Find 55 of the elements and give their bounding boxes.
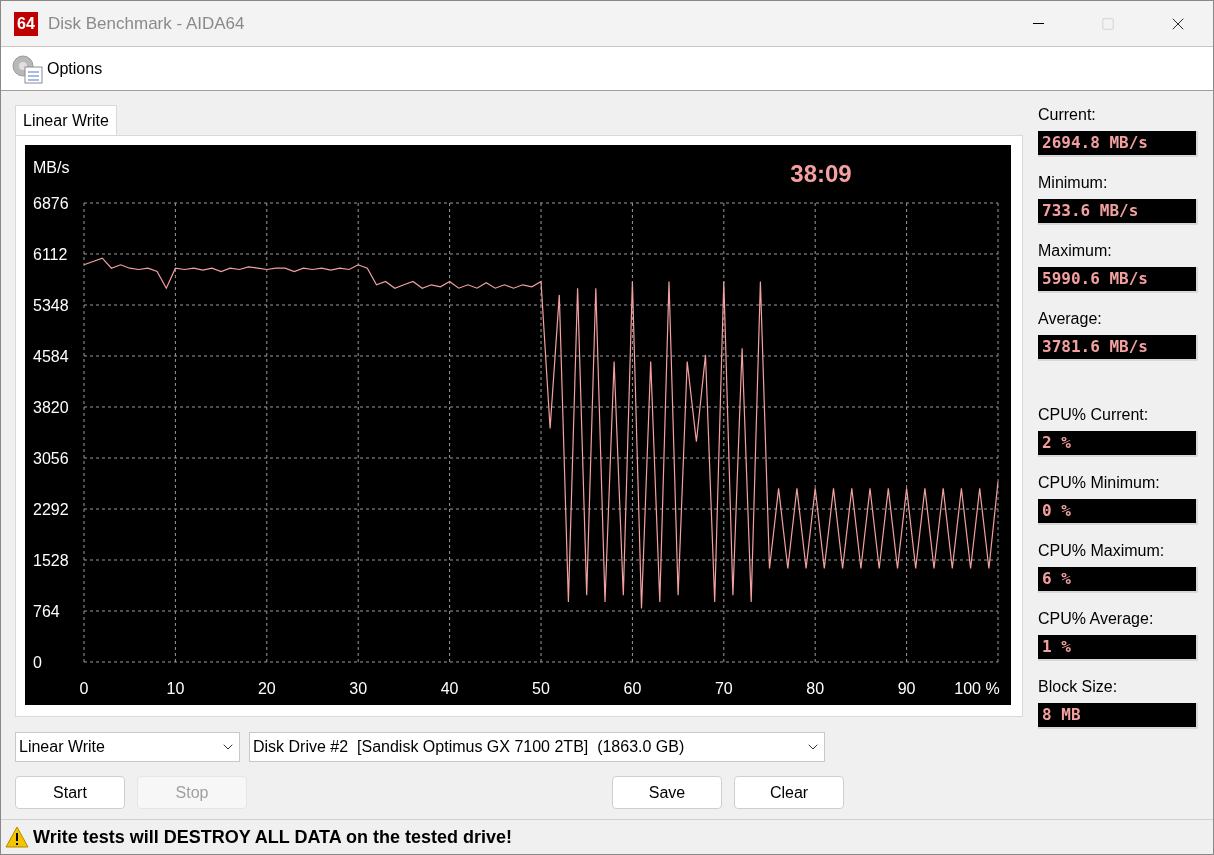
- axis-tick-label: 0: [33, 654, 42, 671]
- stat-value: 3781.6 MB/s: [1038, 335, 1198, 361]
- axis-tick-label: 40: [440, 680, 459, 697]
- axis-tick-label: 2292: [33, 501, 69, 518]
- stat-label: Minimum:: [1038, 173, 1109, 193]
- axis-tick-label: 6112: [33, 246, 68, 263]
- drive-dropdown[interactable]: Disk Drive #2 [Sandisk Optimus GX 7100 2TB] (1863.0 GB): [249, 732, 825, 762]
- axis-title: MB/s: [33, 159, 70, 176]
- axis-tick-label: 100 %: [954, 680, 1000, 697]
- stat-label: CPU% Average:: [1038, 609, 1155, 629]
- axis-tick-label: 90: [897, 680, 916, 697]
- axis-tick-label: 764: [33, 603, 60, 620]
- axis-tick-label: 1528: [33, 552, 69, 569]
- window-title: Disk Benchmark - AIDA64: [48, 12, 245, 35]
- menu-item[interactable]: Options: [9, 52, 103, 85]
- axis-tick-label: 10: [166, 680, 185, 697]
- button[interactable]: Start: [15, 776, 125, 809]
- warning-icon: [5, 826, 29, 848]
- maximize-icon: [1101, 16, 1115, 31]
- minimize-icon: [1032, 23, 1044, 24]
- stat-value: 2 %: [1038, 431, 1198, 457]
- axis-tick-label: 0: [79, 680, 89, 697]
- elapsed-time: 38:09: [790, 160, 852, 187]
- axis-tick-label: 3056: [33, 450, 69, 467]
- stat-label: CPU% Maximum:: [1038, 541, 1166, 561]
- stat-value: 5990.6 MB/s: [1038, 267, 1198, 293]
- stat-value: 0 %: [1038, 499, 1198, 525]
- button[interactable]: Clear: [734, 776, 844, 809]
- app-logo: 64: [14, 11, 38, 36]
- stat-label: CPU% Minimum:: [1038, 473, 1161, 493]
- stat-label: Block Size:: [1038, 677, 1119, 697]
- axis-tick-label: 6876: [33, 195, 69, 212]
- stat-value: 1 %: [1038, 635, 1198, 661]
- axis-tick-label: 4584: [33, 348, 69, 365]
- stat-value: 8 MB: [1038, 703, 1198, 729]
- stat-label: Maximum:: [1038, 241, 1113, 261]
- axis-tick-label: 80: [806, 680, 825, 697]
- axis-tick-label: 70: [714, 680, 733, 697]
- axis-tick-label: 20: [257, 680, 276, 697]
- stat-label: Average:: [1038, 309, 1103, 329]
- warning-message: Write tests will DESTROY ALL DATA on the tested drive!: [33, 825, 513, 849]
- stat-value: 733.6 MB/s: [1038, 199, 1198, 225]
- axis-tick-label: 30: [349, 680, 368, 697]
- stat-value: 2694.8 MB/s: [1038, 131, 1198, 157]
- stat-value: 6 %: [1038, 567, 1198, 593]
- axis-tick-label: 60: [623, 680, 642, 697]
- stat-label: CPU% Current:: [1038, 405, 1150, 425]
- stat-label: Current:: [1038, 105, 1097, 125]
- test-dropdown[interactable]: Linear Write: [15, 732, 240, 762]
- axis-tick-label: 3820: [33, 399, 69, 416]
- tab[interactable]: Linear Write: [15, 105, 117, 135]
- settings-list-icon: [9, 52, 43, 85]
- axis-tick-label: 50: [532, 680, 550, 697]
- axis-tick-label: 5348: [33, 297, 69, 314]
- button[interactable]: Save: [612, 776, 722, 809]
